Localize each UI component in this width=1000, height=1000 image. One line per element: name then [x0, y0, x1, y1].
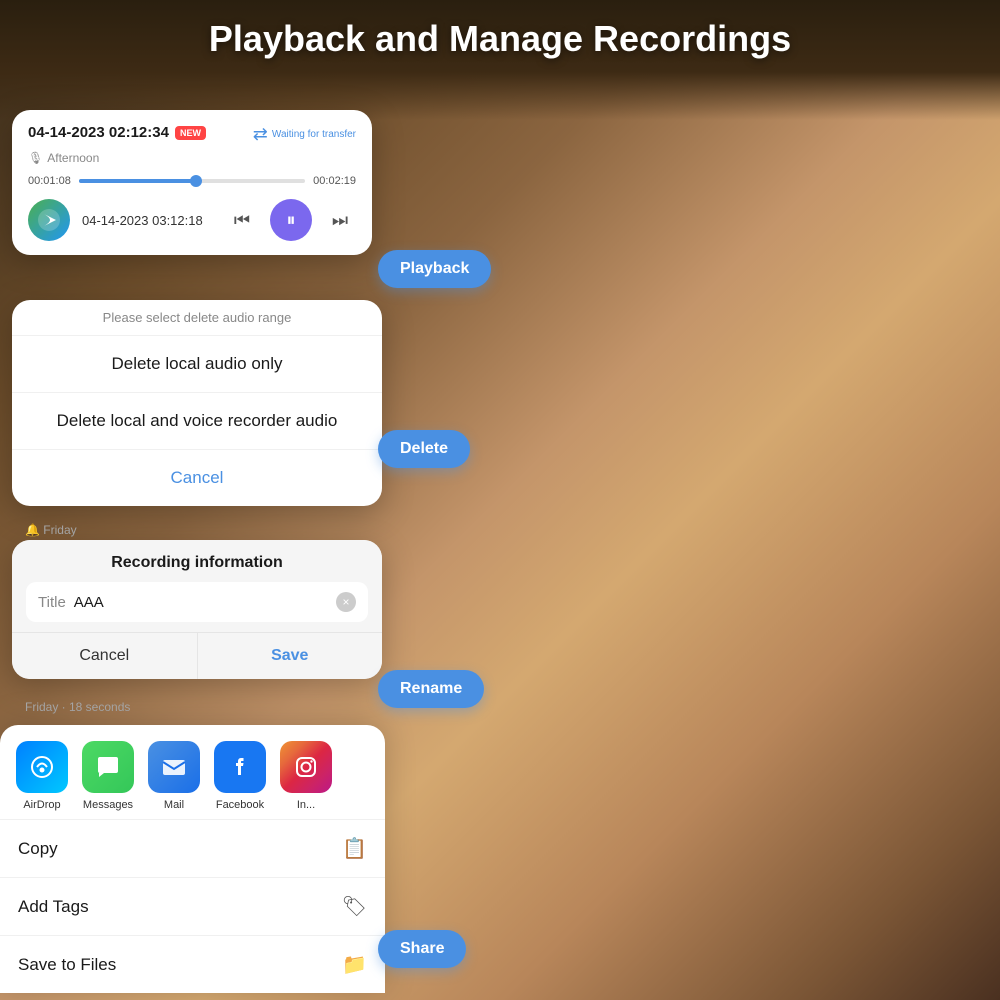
- facebook-icon: [214, 741, 266, 793]
- share-addtags-item[interactable]: Add Tags 🏷: [0, 878, 385, 936]
- delete-label-bubble: Delete: [378, 430, 470, 468]
- app-logo: [28, 199, 70, 241]
- transfer-icon: ⇄: [253, 124, 268, 145]
- share-apps-row: AirDrop Messages Mail: [0, 725, 385, 820]
- messages-label: Messages: [83, 799, 133, 811]
- mail-icon: [148, 741, 200, 793]
- prev-button[interactable]: ⏮: [226, 204, 258, 236]
- rename-input-value[interactable]: AAA: [74, 594, 328, 611]
- rename-label-bubble: Rename: [378, 670, 484, 708]
- rename-save-button[interactable]: Save: [198, 633, 383, 679]
- rename-card: Recording information Title AAA × Cancel…: [12, 540, 382, 679]
- playback-label-bubble: Playback: [378, 250, 491, 288]
- new-badge: NEW: [175, 126, 206, 140]
- savetofiles-label: Save to Files: [18, 955, 116, 975]
- instagram-icon: [280, 741, 332, 793]
- copy-label: Copy: [18, 839, 58, 859]
- share-app-mail[interactable]: Mail: [148, 741, 200, 811]
- addtags-label: Add Tags: [18, 897, 89, 917]
- share-app-airdrop[interactable]: AirDrop: [16, 741, 68, 811]
- share-card: AirDrop Messages Mail: [0, 725, 385, 993]
- delete-cancel-button[interactable]: Cancel: [12, 450, 382, 506]
- time-end: 00:02:19: [313, 175, 356, 187]
- progress-thumb: [190, 175, 202, 187]
- recording-label: 🎙 Afternoon: [28, 151, 356, 165]
- delete-all-audio-option[interactable]: Delete local and voice recorder audio: [12, 393, 382, 450]
- messages-icon: [82, 741, 134, 793]
- recording-date: 04-14-2023 02:12:34 NEW: [28, 124, 206, 141]
- share-app-facebook[interactable]: Facebook: [214, 741, 266, 811]
- time-start: 00:01:08: [28, 175, 71, 187]
- rename-clear-button[interactable]: ×: [336, 592, 356, 612]
- instagram-label: In...: [297, 799, 315, 811]
- delete-local-audio-option[interactable]: Delete local audio only: [12, 336, 382, 393]
- mail-label: Mail: [164, 799, 184, 811]
- playback-controls: 04-14-2023 03:12:18 ⏮ ⏸ ⏭: [28, 199, 356, 241]
- rename-title: Recording information: [12, 540, 382, 582]
- share-savetofiles-item[interactable]: Save to Files 📁: [0, 936, 385, 993]
- rename-input-label: Title: [38, 594, 66, 611]
- addtags-icon: 🏷: [342, 894, 367, 919]
- page-title: Playback and Manage Recordings: [0, 18, 1000, 60]
- playback-header: 04-14-2023 02:12:34 NEW ⇄ Waiting for tr…: [28, 124, 356, 145]
- share-label-bubble: Share: [378, 930, 466, 968]
- copy-icon: 📋: [342, 836, 367, 861]
- share-app-messages[interactable]: Messages: [82, 741, 134, 811]
- next-button[interactable]: ⏭: [324, 204, 356, 236]
- delete-card: Please select delete audio range Delete …: [12, 300, 382, 506]
- recording-date2: 04-14-2023 03:12:18: [82, 213, 214, 228]
- progress-fill: [79, 179, 192, 183]
- playback-card: 04-14-2023 02:12:34 NEW ⇄ Waiting for tr…: [12, 110, 372, 255]
- friday-label: 🔔 Friday: [25, 523, 77, 537]
- airdrop-icon: [16, 741, 68, 793]
- rename-input-row: Title AAA ×: [26, 582, 368, 622]
- airdrop-label: AirDrop: [23, 799, 60, 811]
- facebook-label: Facebook: [216, 799, 264, 811]
- transfer-status: ⇄ Waiting for transfer: [253, 124, 356, 145]
- delete-hint: Please select delete audio range: [12, 300, 382, 336]
- rename-actions: Cancel Save: [12, 632, 382, 679]
- savetofiles-icon: 📁: [342, 952, 367, 977]
- pause-button[interactable]: ⏸: [270, 199, 312, 241]
- share-app-instagram[interactable]: In...: [280, 741, 332, 811]
- mic-icon: 🎙: [28, 151, 43, 165]
- progress-bar[interactable]: [79, 179, 305, 183]
- share-copy-item[interactable]: Copy 📋: [0, 820, 385, 878]
- rename-cancel-button[interactable]: Cancel: [12, 633, 198, 679]
- friday-label2: Friday · 18 seconds: [25, 700, 130, 714]
- progress-bar-container: 00:01:08 00:02:19: [28, 175, 356, 187]
